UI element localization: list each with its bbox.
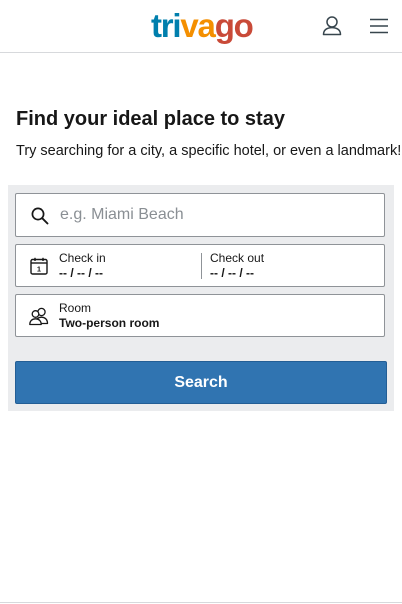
room-value: Two-person room xyxy=(59,316,160,330)
search-button[interactable]: Search xyxy=(15,361,387,404)
page-title: Find your ideal place to stay xyxy=(16,108,285,130)
hamburger-menu-icon xyxy=(370,18,388,34)
dates-field: 1 Check in -- / -- / -- Check out -- / -… xyxy=(15,244,385,287)
destination-input[interactable] xyxy=(60,202,370,228)
search-panel: 1 Check in -- / -- / -- Check out -- / -… xyxy=(8,185,394,411)
room-field[interactable]: Room Two-person room xyxy=(15,294,385,337)
top-header: trivago xyxy=(0,0,402,53)
people-icon xyxy=(29,307,49,326)
check-out-label: Check out xyxy=(210,251,265,265)
page-subtitle: Try searching for a city, a specific hot… xyxy=(16,143,402,159)
check-in-label: Check in xyxy=(59,251,106,265)
check-out-field[interactable]: Check out -- / -- / -- xyxy=(202,245,384,286)
logo-part-2: va xyxy=(180,7,216,44)
search-icon xyxy=(31,207,49,225)
check-in-field[interactable]: 1 Check in -- / -- / -- xyxy=(16,245,201,286)
page: trivago Find your ideal place to stay Tr… xyxy=(0,0,402,604)
bottom-divider xyxy=(0,602,402,603)
user-icon xyxy=(322,16,342,36)
check-out-value: -- / -- / -- xyxy=(210,266,254,280)
logo-part-3: go xyxy=(214,7,254,44)
calendar-day-number: 1 xyxy=(37,265,41,274)
main-menu-button[interactable] xyxy=(365,12,393,40)
destination-field[interactable] xyxy=(15,193,385,237)
room-label: Room xyxy=(59,301,92,315)
logo-part-1: tri xyxy=(151,7,182,44)
trivago-logo[interactable]: trivago xyxy=(151,6,254,46)
calendar-icon: 1 xyxy=(30,257,48,275)
check-in-value: -- / -- / -- xyxy=(59,266,103,280)
account-button[interactable] xyxy=(318,12,346,40)
